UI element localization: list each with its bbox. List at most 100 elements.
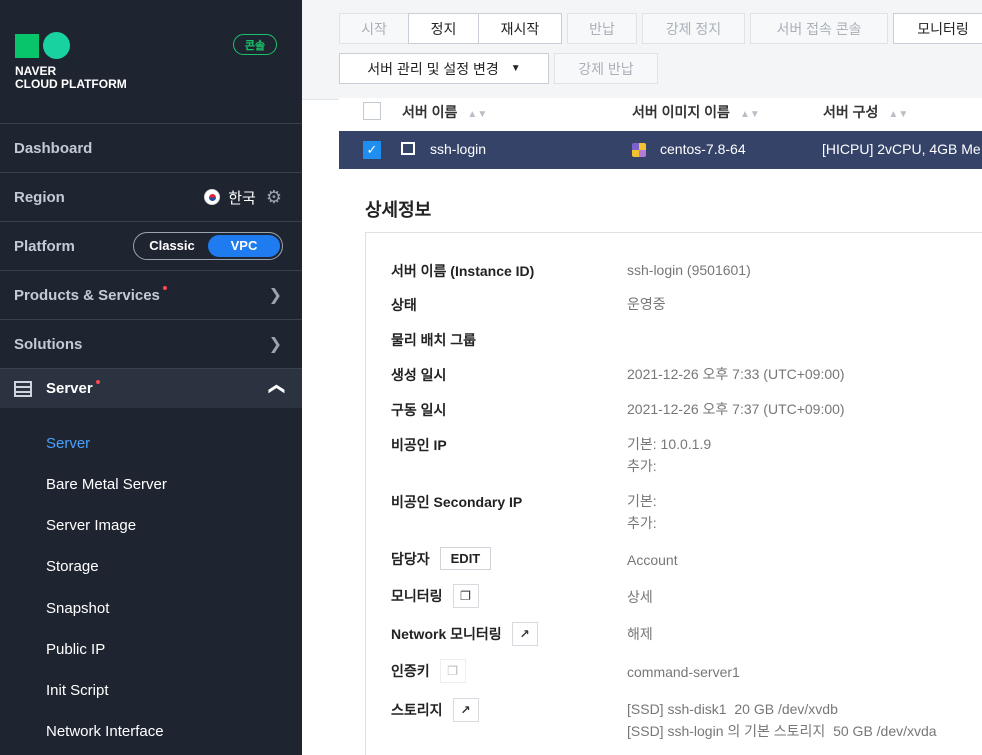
submenu-public-ip[interactable]: Public IP [46,641,105,658]
sidebar-item-products[interactable]: Products & Services ❯ [0,270,302,319]
column-label: 서버 이미지 이름 [632,104,730,120]
private-ip-additional: 추가: [627,458,657,474]
column-server-spec[interactable]: 서버 구성 ▲▼ [823,102,908,122]
external-link-icon[interactable]: ↗ [511,622,538,646]
detail-value-private-ip: 기본: 10.0.1.9 추가: [627,433,711,477]
platform-option-classic[interactable]: Classic [136,235,208,257]
start-button[interactable]: 시작 [339,13,409,44]
sidebar-item-label: Solutions [14,335,83,353]
secondary-ip-primary: 기본: [627,493,657,509]
force-stop-button[interactable]: 강제 정지 [642,13,745,44]
detail-label-auth-key: 인증키 [391,663,430,679]
logo-text-line2: CLOUD PLATFORM [15,77,127,91]
column-server-name[interactable]: 서버 이름 ▲▼ [402,102,487,122]
detail-value-monitoring: 상세 [627,589,653,605]
platform-toggle[interactable]: Classic VPC [133,232,283,260]
row-checkbox[interactable]: ✓ [363,141,381,159]
caret-down-icon: ▼ [510,63,521,74]
submenu-network-interface[interactable]: Network Interface [46,723,164,740]
server-table-header: 서버 이름 ▲▼ 서버 이미지 이름 ▲▼ 서버 구성 ▲▼ [339,98,982,130]
server-manage-dropdown[interactable]: 서버 관리 및 설정 변경 ▼ [339,53,549,84]
edit-manager-button[interactable]: EDIT [439,547,492,570]
platform-option-vpc[interactable]: VPC [208,235,280,257]
row-server-spec: [HICPU] 2vCPU, 4GB Me [822,141,981,157]
sidebar-item-label: Dashboard [14,139,93,157]
submenu-server-image[interactable]: Server Image [46,517,136,534]
notification-dot [162,286,167,290]
detail-label-manager: 담당자 [391,550,430,567]
monitoring-button[interactable]: 모니터링 [893,13,982,44]
table-row[interactable]: ✓ ssh-login centos-7.8-64 [HICPU] 2vCPU,… [339,131,982,169]
sidebar-item-region: Region 한국 ⚙ [0,172,302,221]
column-server-image[interactable]: 서버 이미지 이름 ▲▼ [632,102,760,122]
action-toolbar: 시작 정지 재시작 반납 강제 정지 서버 접속 콘솔 모니터링 서버 관리 및… [302,0,982,100]
row-server-name: ssh-login [430,141,487,157]
detail-row-auth-key: 인증키 ❐ [391,659,466,683]
region-value[interactable]: 한국 [228,187,256,208]
submenu-snapshot[interactable]: Snapshot [46,600,109,617]
detail-label-placement-group: 물리 배치 그룹 [391,332,477,348]
detail-value-status: 운영중 [627,296,666,312]
sidebar-item-label: Region [14,188,65,206]
detail-row-network-monitoring: Network 모니터링 ↗ [391,622,538,646]
sort-icon: ▲▼ [888,109,909,120]
korea-flag-icon [204,189,221,205]
detail-label-network-monitoring: Network 모니터링 [391,626,502,642]
sidebar-item-label: Platform [14,237,75,255]
centos-icon [632,143,646,157]
secondary-ip-additional: 추가: [627,515,657,531]
sidebar-item-dashboard[interactable]: Dashboard [0,123,302,172]
submenu-init-script[interactable]: Init Script [46,682,109,699]
sidebar-item-server[interactable]: Server ❯ [0,368,302,408]
detail-value-storage: [SSD] ssh-disk1 20 GB /dev/xvdb [SSD] ss… [627,698,937,742]
submenu-server[interactable]: Server [46,435,90,452]
sort-icon: ▲▼ [467,109,488,120]
submenu-storage[interactable]: Storage [46,558,99,575]
row-server-image: centos-7.8-64 [660,141,746,157]
detail-value-secondary-ip: 기본: 추가: [627,490,657,534]
submenu-bare-metal-server[interactable]: Bare Metal Server [46,476,167,493]
chevron-right-icon: ❯ [268,287,282,304]
server-manage-label: 서버 관리 및 설정 변경 [367,60,499,77]
detail-value-auth-key: command-server1 [627,664,740,680]
server-icon [401,142,415,155]
sort-icon: ▲▼ [739,109,760,120]
detail-value-network-monitoring: 해제 [627,626,653,642]
detail-row-manager: 담당자 EDIT [391,547,492,570]
sidebar-item-label: Server [46,380,93,397]
external-link-icon[interactable]: ↗ [452,698,479,722]
select-all-checkbox[interactable] [363,102,381,120]
column-label: 서버 구성 [823,104,879,120]
open-window-icon[interactable]: ❐ [452,584,479,608]
detail-value-server-name: ssh-login (9501601) [627,262,751,278]
naver-cloud-logo[interactable]: NAVER CLOUD PLATFORM [15,32,127,91]
detail-label-private-ip: 비공인 IP [391,437,447,453]
force-return-button[interactable]: 강제 반납 [554,53,658,84]
storage-root: [SSD] ssh-login 의 기본 스토리지 50 GB /dev/xvd… [627,723,937,739]
chevron-up-icon: ❯ [267,381,285,396]
sidebar: NAVER CLOUD PLATFORM 콘솔 Dashboard Region… [0,0,302,755]
sidebar-item-solutions[interactable]: Solutions ❯ [0,319,302,368]
notification-dot [95,379,100,384]
server-row-icon-cell [401,141,415,157]
storage-disk1: [SSD] ssh-disk1 20 GB /dev/xvdb [627,701,838,717]
os-icon-cell [632,141,646,158]
restart-button[interactable]: 재시작 [478,13,562,44]
server-icon [14,380,32,397]
open-window-icon: ❐ [439,659,466,683]
server-console-button[interactable]: 서버 접속 콘솔 [750,13,888,44]
return-button[interactable]: 반납 [567,13,637,44]
detail-value-manager: Account [627,552,678,568]
gear-icon[interactable]: ⚙ [266,187,282,208]
detail-label-status: 상태 [391,297,417,313]
console-badge[interactable]: 콘솔 [233,34,277,55]
private-ip-primary: 기본: 10.0.1.9 [627,436,712,452]
stop-button[interactable]: 정지 [408,13,479,44]
detail-panel: 서버 이름 (Instance ID) ssh-login (9501601) … [365,232,982,755]
detail-label-created: 생성 일시 [391,367,447,383]
detail-value-started: 2021-12-26 오후 7:37 (UTC+09:00) [627,401,845,417]
detail-title: 상세정보 [365,200,432,220]
detail-row-storage: 스토리지 ↗ [391,698,479,722]
detail-label-secondary-ip: 비공인 Secondary IP [391,494,523,510]
chevron-right-icon: ❯ [268,336,282,353]
